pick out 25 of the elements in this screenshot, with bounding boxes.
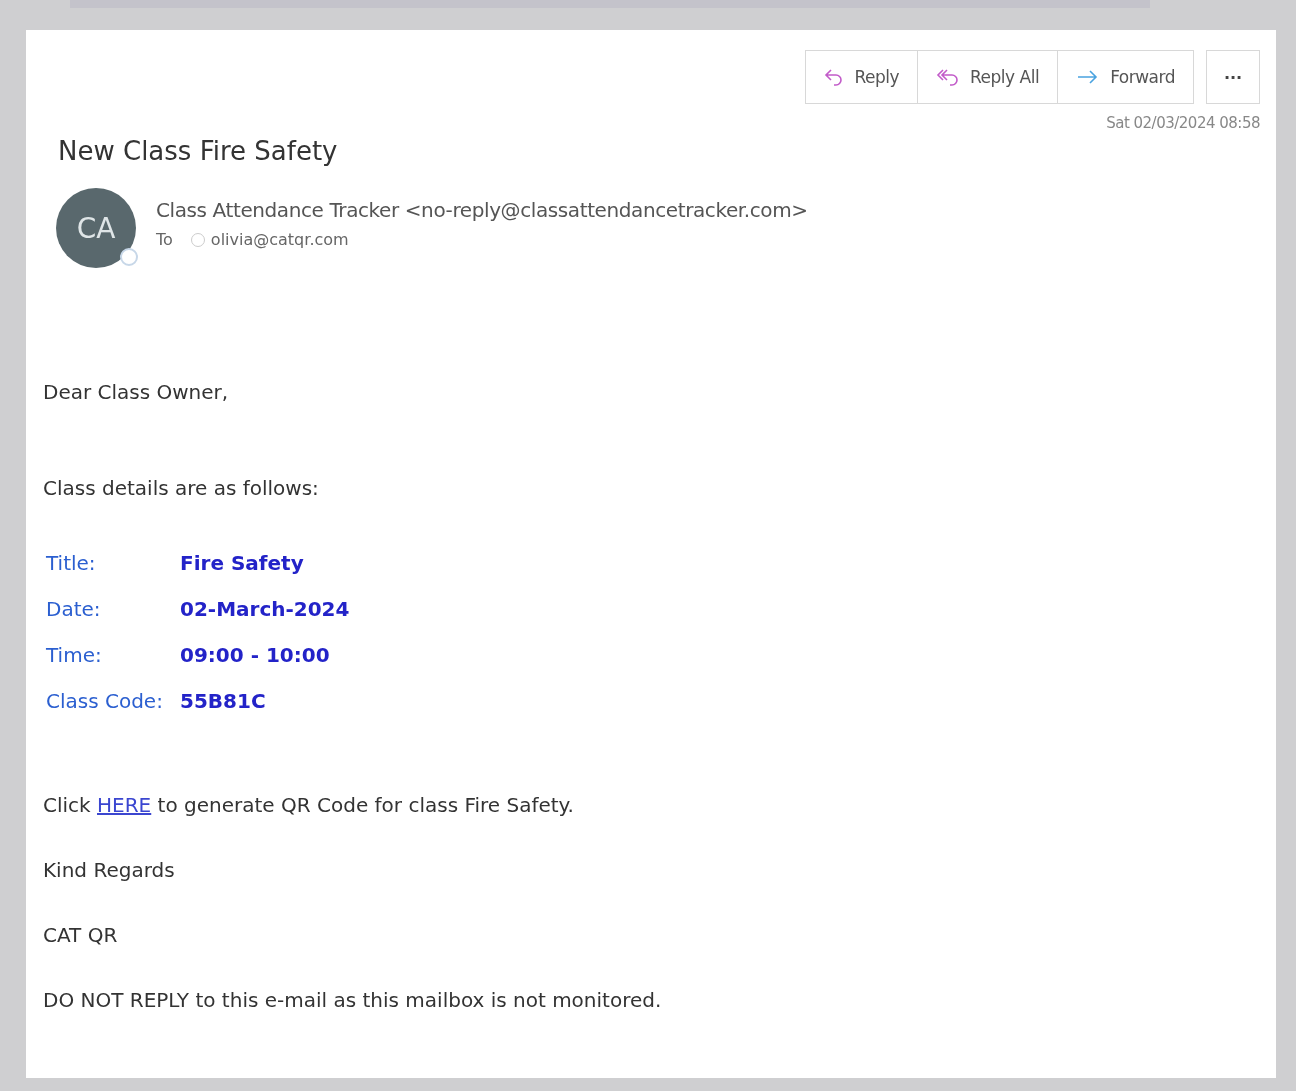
recipient-text: olivia@catqr.com	[210, 230, 349, 249]
avatar: CA	[56, 188, 136, 268]
sender-text: Class Attendance Tracker <no-reply@classattendancetracker.com>	[156, 198, 808, 222]
detail-label: Time:	[46, 643, 103, 667]
detail-label: Class Code:	[46, 689, 164, 713]
detail-value: 55B81C	[180, 689, 266, 713]
email-subject: New Class Fire Safety	[58, 136, 339, 166]
date-text: Sat 02/03/2024 08:58	[1106, 114, 1260, 132]
detail-label: Date:	[46, 597, 102, 621]
closing-text: Kind Regards	[43, 858, 176, 882]
detail-value: 09:00 - 10:00	[180, 643, 330, 667]
reply-all-icon	[936, 68, 961, 86]
detail-value: Fire Safety	[180, 551, 304, 575]
detail-label: Title:	[46, 551, 97, 575]
reply-icon	[824, 68, 845, 86]
status-icon	[120, 248, 138, 266]
detail-value: 02-March-2024	[180, 597, 350, 621]
here-link[interactable]: HERE	[97, 793, 152, 817]
more-button[interactable]: ···	[1206, 50, 1260, 104]
to-label: To	[156, 230, 173, 249]
greeting-text: Dear Class Owner,	[43, 380, 230, 404]
notice-text: DO NOT REPLY to this e-mail as this mailbox is not monitored.	[43, 988, 663, 1012]
intro-text: Class details are as follows:	[43, 476, 320, 500]
link-sentence: Click HERE to generate QR Code for class Fire Safety.	[43, 793, 575, 817]
signature-text: CAT QR	[43, 923, 119, 947]
